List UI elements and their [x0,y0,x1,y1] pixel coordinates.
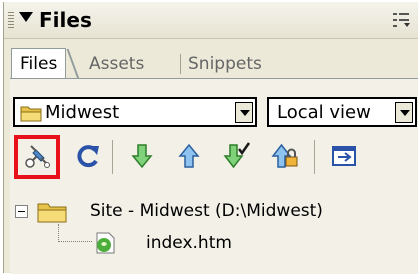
toolbar-separator [314,140,315,174]
tab-separator [180,54,181,74]
tree-connector [58,224,60,242]
tab-assets[interactable]: Assets [89,54,144,74]
collapse-arrow-icon[interactable] [19,12,33,22]
site-folder-icon [37,203,67,223]
toolbar-separator [112,140,113,174]
file-item-index[interactable]: index.htm [146,233,232,253]
chevron-down-icon[interactable] [395,102,413,123]
connect-icon[interactable] [23,142,51,170]
check-out-icon[interactable] [223,142,251,170]
panel-titlebar[interactable]: Files [4,2,418,39]
put-arrow-up-icon[interactable] [175,142,203,170]
tree-connector [58,241,92,243]
view-dropdown[interactable]: Local view [267,97,417,127]
tree-site-root[interactable]: Site - Midwest (D:\Midwest) [90,201,323,221]
site-dropdown[interactable]: Midwest [13,97,257,127]
panel-title: Files [39,8,92,32]
view-dropdown-value: Local view [277,102,371,123]
folder-icon [20,106,42,122]
get-arrow-down-icon[interactable] [128,142,156,170]
refresh-icon[interactable] [75,142,103,170]
grip-handle-icon[interactable] [8,12,14,30]
chevron-down-icon[interactable] [235,102,253,123]
check-in-icon[interactable] [271,142,299,170]
tab-divider [66,49,80,79]
tab-strip: Files Assets Snippets [4,39,418,80]
panel-options-icon[interactable] [392,11,412,29]
expand-panel-icon[interactable] [330,142,358,170]
tab-snippets[interactable]: Snippets [188,54,262,74]
collapse-toggle-icon[interactable] [15,205,28,218]
html-file-icon [96,232,115,254]
tab-files[interactable]: Files [11,48,67,80]
site-dropdown-value: Midwest [45,102,120,123]
